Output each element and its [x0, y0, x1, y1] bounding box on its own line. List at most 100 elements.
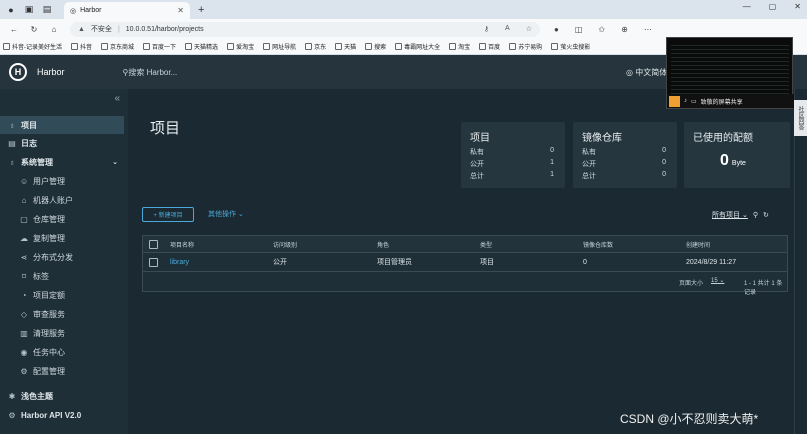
community-answers-tab[interactable]: 社区回答	[794, 100, 807, 136]
table-cell: 项目管理员	[377, 259, 412, 266]
maximize-icon[interactable]: ▢	[769, 2, 777, 11]
table-cell: 公开	[273, 259, 287, 266]
key-icon[interactable]: ⚷	[484, 25, 489, 33]
back-icon[interactable]: ←	[8, 25, 20, 34]
bookmark-item[interactable]: 萤火虫搜影	[551, 42, 590, 51]
bookmark-item[interactable]: 爱淘宝	[227, 42, 254, 51]
sidebar-item-distribution[interactable]: ⋖ 分布式分发	[0, 248, 124, 266]
column-header[interactable]: 类型	[480, 240, 492, 249]
bookmark-icon	[479, 43, 487, 50]
bookmark-icon	[551, 43, 559, 50]
url-text: 10.0.0.51/harbor/projects	[125, 25, 204, 33]
workspaces-icon[interactable]: ▣	[22, 3, 36, 17]
close-window-icon[interactable]: ✕	[794, 2, 801, 11]
collapse-sidebar-icon[interactable]: «	[114, 93, 120, 104]
sidebar-item-api[interactable]: ⚙ Harbor API V2.0	[0, 406, 124, 424]
bookmark-item[interactable]: 百度一下	[143, 42, 176, 51]
sidebar-item-cleanup[interactable]: ▥ 清理服务	[0, 324, 124, 342]
bookmark-item[interactable]: 抖音	[71, 42, 92, 51]
sidebar-item-config[interactable]: ⚙ 配置管理	[0, 362, 124, 380]
favorites-icon[interactable]: ✩	[598, 25, 605, 34]
url-separator: |	[117, 25, 120, 33]
new-tab-button[interactable]: +	[198, 4, 204, 16]
bookmark-item[interactable]: 搜索	[365, 42, 386, 51]
sidebar-item-jobs[interactable]: ◉ 任务中心	[0, 343, 124, 361]
language-selector[interactable]: ◎ 中文简体	[626, 67, 667, 78]
sidebar-item-light-theme[interactable]: ✱ 浅色主题	[0, 387, 124, 405]
sidebar-item-quotas[interactable]: ◔ 项目定额	[0, 286, 124, 304]
harbor-logo-icon[interactable]: H	[9, 63, 27, 81]
sidebar-item-replication[interactable]: ☁ 复制管理	[0, 229, 124, 247]
repos-summary-card: 镜像仓库 私有 0 公开 0 总计 0	[573, 122, 677, 188]
read-aloud-icon[interactable]: A	[505, 25, 510, 33]
bookmark-item[interactable]: 网址导航	[263, 42, 296, 51]
table-row: library 公开 项目管理员 项目 0 2024/8/29 11:27	[143, 253, 787, 272]
card-row: 总计 1	[470, 171, 554, 180]
main-content: 项目 项目 私有 0 公开 1 总计 1 镜像仓库 私有 0 公开 0 总计 0 已使用的配…	[128, 89, 794, 434]
sidebar-item-labels[interactable]: ⌑ 标签	[0, 267, 124, 285]
row-checkbox[interactable]	[149, 257, 158, 267]
home-icon[interactable]: ⌂	[48, 25, 60, 34]
page-size-select[interactable]: 15 ⌄	[711, 277, 724, 284]
sidebar-item-interrogation[interactable]: ◇ 审查服务	[0, 305, 124, 323]
toolbar-icons: ● ◫ ✩ ⊕ ⋯	[554, 25, 652, 34]
screen-icon[interactable]: ▭	[691, 98, 697, 105]
refresh-icon[interactable]: ↻	[28, 25, 40, 34]
bookmark-icon	[509, 43, 517, 50]
column-header[interactable]: 镜像仓库数	[583, 240, 613, 249]
tab-actions-icon[interactable]: ▤	[40, 3, 54, 17]
minimize-icon[interactable]: —	[743, 2, 751, 11]
column-header[interactable]: 角色	[377, 240, 389, 249]
sidebar-item-registries[interactable]: ▢ 仓库管理	[0, 210, 124, 228]
pagination-summary: 1 - 1 共计 1 条记录	[744, 281, 783, 296]
harbor-favicon-icon: ◎	[70, 7, 77, 15]
registry-icon: ▢	[20, 214, 28, 224]
sidebar-item-logs[interactable]: ▤ 日志	[0, 134, 124, 152]
bookmark-item[interactable]: 抖音-记录美好生活	[3, 42, 62, 51]
bookmark-item[interactable]: 百度	[479, 42, 500, 51]
project-link[interactable]: library	[170, 259, 189, 266]
page-scrollbar[interactable]	[794, 89, 807, 434]
collections-icon[interactable]: ⊕	[621, 25, 628, 34]
projects-table: 项目名称 访问级别 角色 类型 镜像仓库数 创建时间 library 公开 项目…	[142, 235, 788, 296]
screen-share-bar[interactable]: ♪ ▭ 致敬的屏幕共享	[667, 94, 794, 108]
bookmark-item[interactable]: 天猫精选	[185, 42, 218, 51]
favorite-icon[interactable]: ☆	[526, 25, 532, 33]
sidebar-item-robots[interactable]: ⌂ 机器人账户	[0, 191, 124, 209]
search-icon[interactable]: ⚲	[753, 211, 758, 219]
close-tab-icon[interactable]: ✕	[177, 6, 184, 15]
extension-icon[interactable]: ●	[554, 25, 559, 34]
sidebar-item-users[interactable]: ☺ 用户管理	[0, 172, 124, 190]
mic-icon[interactable]: ♪	[684, 98, 687, 104]
sidebar-item-admin[interactable]: ♁ 系统管理 ⌄	[0, 153, 124, 171]
bookmark-item[interactable]: 天猫	[335, 42, 356, 51]
column-header[interactable]: 创建时间	[686, 240, 710, 249]
new-project-button[interactable]: + 新建项目	[142, 207, 194, 222]
search-input[interactable]: ⚲搜索 Harbor...	[123, 67, 178, 78]
tab-harbor[interactable]: ◎ Harbor ✕	[64, 2, 190, 19]
bookmark-item[interactable]: 京东	[305, 42, 326, 51]
select-all-checkbox[interactable]	[149, 239, 158, 249]
bookmark-icon	[449, 43, 457, 50]
sidebar-item-projects[interactable]: ♁ 项目	[0, 116, 124, 134]
bookmark-item[interactable]: 苏宁易购	[509, 42, 542, 51]
other-operations-button[interactable]: 其他操作 ⌄	[208, 209, 244, 219]
bookmark-item[interactable]: 毒霸网址大全	[395, 42, 440, 51]
more-icon[interactable]: ⋯	[644, 25, 652, 34]
insecure-label: 不安全	[90, 26, 112, 33]
split-screen-icon[interactable]: ◫	[575, 25, 583, 34]
refresh-icon[interactable]: ↻	[763, 211, 769, 219]
url-field[interactable]: ▲ 不安全 | 10.0.0.51/harbor/projects ⚷ A ☆	[70, 21, 540, 37]
screen-share-preview: ♪ ▭ 致敬的屏幕共享	[666, 37, 794, 109]
table-cell: 0	[583, 258, 587, 266]
column-header[interactable]: 项目名称	[170, 240, 194, 249]
profile-icon[interactable]: ●	[4, 3, 18, 17]
bookmark-item[interactable]: 淘宝	[449, 42, 470, 51]
watermark: CSDN @小不忍则卖大萌*	[620, 412, 759, 426]
avatar	[669, 95, 680, 107]
card-title: 已使用的配额	[693, 133, 753, 144]
column-header[interactable]: 访问级别	[273, 240, 297, 249]
bookmark-icon	[395, 43, 403, 50]
project-filter-select[interactable]: 所有项目 ⌄	[712, 210, 748, 220]
bookmark-item[interactable]: 京东商城	[101, 42, 134, 51]
